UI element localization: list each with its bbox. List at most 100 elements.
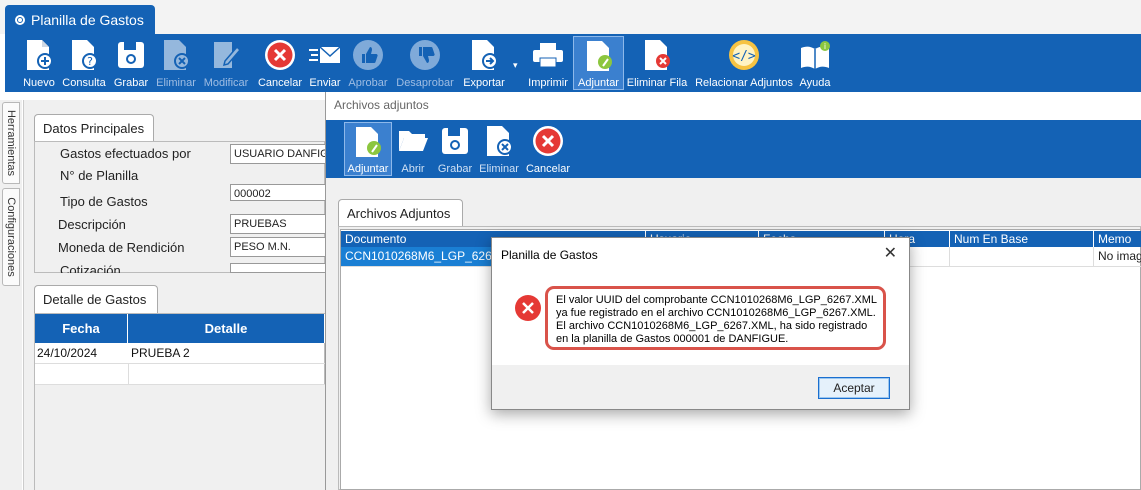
col-num-en-base[interactable]: Num En Base xyxy=(950,231,1094,247)
side-tab-tools[interactable]: Herramientas xyxy=(2,102,20,184)
cancel-label: Cancelar xyxy=(257,77,303,89)
cell-fecha: 24/10/2024 xyxy=(37,346,98,360)
approve-label: Aprobar xyxy=(348,77,388,89)
cancel-x-icon xyxy=(263,38,297,72)
ok-button[interactable]: Aceptar xyxy=(818,377,890,399)
delete-row-icon xyxy=(640,38,674,72)
app-tab-title: Planilla de Gastos xyxy=(31,11,144,28)
thumbs-down-icon xyxy=(408,38,442,72)
save-button[interactable]: Grabar xyxy=(113,36,149,90)
error-message-line: El valor UUID del comprobante CCN1010268… xyxy=(556,294,878,306)
attachments-toolbar: Adjuntar Abrir Grabar Eliminar Cancelar xyxy=(326,120,1141,178)
modify-label: Modificar xyxy=(203,77,249,89)
svg-text:</>: </> xyxy=(732,49,756,64)
col-detalle[interactable]: Detalle xyxy=(128,314,325,343)
approve-button[interactable]: Aprobar xyxy=(347,36,389,90)
field-cotizacion[interactable] xyxy=(230,263,326,273)
radio-icon xyxy=(15,14,25,25)
error-message-line: El archivo CCN1010268M6_LGP_6267.XML, ha… xyxy=(556,320,868,332)
tab-archivos-adjuntos[interactable]: Archivos Adjuntos xyxy=(338,199,463,227)
modify-button[interactable]: Modificar xyxy=(201,36,251,90)
cancel-x-icon xyxy=(531,124,565,158)
field-label-cotizacion: Cotización xyxy=(60,263,121,273)
tab-detalle-gastos[interactable]: Detalle de Gastos xyxy=(34,285,158,313)
field-gastos-por[interactable]: USUARIO DANFIGUE xyxy=(230,144,326,164)
error-message-line: en la planilla de Gastos 000001 de DANFI… xyxy=(556,333,789,345)
app-tab[interactable]: Planilla de Gastos xyxy=(5,5,155,34)
error-message: El valor UUID del comprobante CCN1010268… xyxy=(545,286,886,350)
close-icon[interactable]: ✕ xyxy=(884,246,897,262)
save-label: Grabar xyxy=(113,77,149,89)
edit-pencil-icon xyxy=(209,38,243,72)
new-document-icon xyxy=(22,38,56,72)
field-label-gastos-por: Gastos efectuados por xyxy=(60,146,191,161)
row-divider xyxy=(949,247,950,267)
save-icon xyxy=(114,38,148,72)
field-tipo-gastos[interactable]: 000002 xyxy=(230,184,326,201)
field-label-num-planilla: N° de Planilla xyxy=(60,168,139,183)
export-document-icon xyxy=(467,38,501,72)
disapprove-label: Desaprobar xyxy=(396,77,454,89)
table-row-empty[interactable] xyxy=(35,364,325,385)
field-descripcion[interactable]: PRUEBAS xyxy=(230,214,326,234)
delete-row-button[interactable]: Eliminar Fila xyxy=(626,36,688,90)
field-label-tipo-gastos: Tipo de Gastos xyxy=(60,194,148,209)
save-icon xyxy=(438,124,472,158)
attach-file-button[interactable]: Adjuntar xyxy=(344,122,392,176)
query-document-icon: ? xyxy=(67,38,101,72)
field-label-descripcion: Descripción xyxy=(58,217,126,232)
send-button[interactable]: Enviar xyxy=(307,36,343,90)
print-button[interactable]: Imprimir xyxy=(523,36,573,90)
attachments-cancel-label: Cancelar xyxy=(525,163,571,175)
error-dialog: Planilla de Gastos ✕ El valor UUID del c… xyxy=(491,237,910,410)
export-button[interactable]: Exportar xyxy=(460,36,508,90)
tab-detalle-gastos-label: Detalle de Gastos xyxy=(43,292,147,307)
delete-document-icon xyxy=(482,124,516,158)
printer-icon xyxy=(531,38,565,72)
svg-text:i: i xyxy=(824,42,826,51)
attachments-cancel-button[interactable]: Cancelar xyxy=(523,122,573,176)
attachments-save-button[interactable]: Grabar xyxy=(436,122,474,176)
send-envelope-icon xyxy=(308,38,342,72)
relate-attachments-icon: </> xyxy=(727,38,761,72)
export-label: Exportar xyxy=(463,77,505,89)
query-button[interactable]: ? Consulta xyxy=(62,36,106,90)
attachments-delete-label: Eliminar xyxy=(479,163,519,175)
cell-documento: CCN1010268M6_LGP_6267.XML xyxy=(341,247,496,266)
table-row[interactable]: 24/10/2024 PRUEBA 2 xyxy=(35,343,325,364)
side-tab-config[interactable]: Configuraciones xyxy=(2,188,20,286)
field-label-moneda: Moneda de Rendición xyxy=(58,240,185,255)
relate-attachments-button[interactable]: </> Relacionar Adjuntos xyxy=(693,36,795,90)
delete-button[interactable]: Eliminar xyxy=(154,36,198,90)
col-fecha[interactable]: Fecha xyxy=(35,314,128,343)
side-tab-tools-label: Herramientas xyxy=(5,109,17,177)
detalle-grid: Fecha Detalle 24/10/2024 PRUEBA 2 xyxy=(34,313,325,490)
tab-archivos-adjuntos-label: Archivos Adjuntos xyxy=(347,206,451,221)
error-icon xyxy=(514,294,542,322)
side-tab-strip: Herramientas Configuraciones xyxy=(0,100,22,490)
main-toolbar: Nuevo ? Consulta Grabar Eliminar Modific… xyxy=(5,34,1141,92)
attach-file-label: Adjuntar xyxy=(347,163,389,175)
svg-text:?: ? xyxy=(87,55,93,68)
delete-document-icon xyxy=(159,38,193,72)
attach-button[interactable]: Adjuntar xyxy=(573,36,624,90)
grid-empty-area xyxy=(35,385,325,490)
help-book-icon: i xyxy=(798,38,832,72)
field-moneda[interactable]: PESO M.N. xyxy=(230,237,326,257)
new-button[interactable]: Nuevo xyxy=(21,36,57,90)
disapprove-button[interactable]: Desaprobar xyxy=(395,36,455,90)
attach-document-icon xyxy=(582,39,616,72)
attachments-delete-button[interactable]: Eliminar xyxy=(478,122,520,176)
export-dropdown-chevron-icon[interactable]: ▾ xyxy=(513,60,518,71)
help-label: Ayuda xyxy=(799,77,831,89)
app-tab-strip xyxy=(0,0,1141,34)
cancel-button[interactable]: Cancelar xyxy=(256,36,304,90)
open-button[interactable]: Abrir xyxy=(396,122,430,176)
tab-datos-principales[interactable]: Datos Principales xyxy=(34,114,154,142)
dialog-body: El valor UUID del comprobante CCN1010268… xyxy=(492,270,909,365)
attach-label: Adjuntar xyxy=(578,77,619,89)
help-button[interactable]: i Ayuda xyxy=(797,36,833,90)
col-memo[interactable]: Memo xyxy=(1094,231,1141,247)
attachments-window-title: Archivos adjuntos xyxy=(326,92,1141,120)
open-label: Abrir xyxy=(401,163,425,175)
